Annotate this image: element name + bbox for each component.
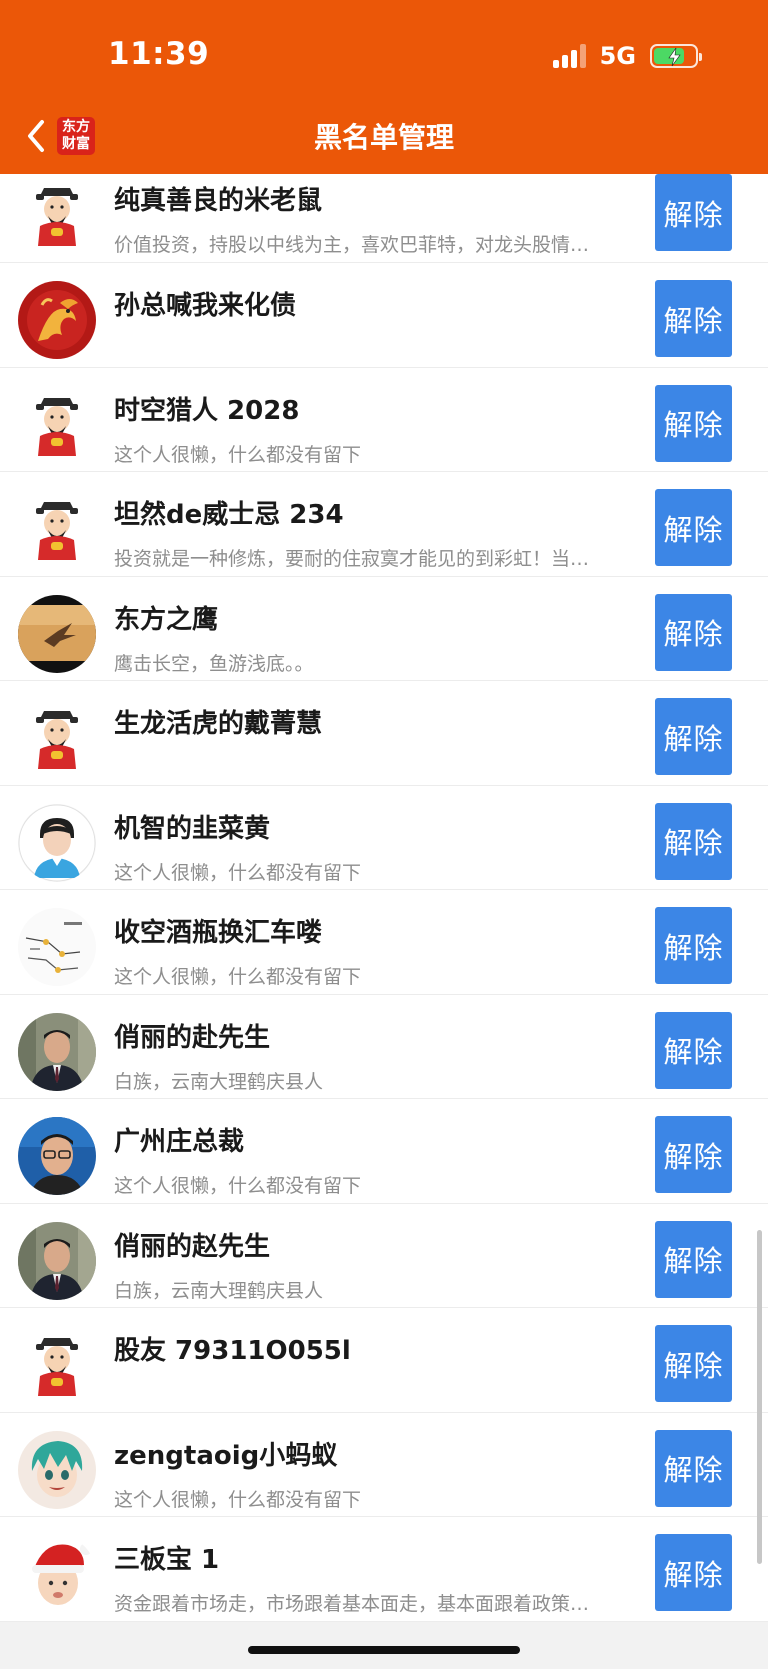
user-name[interactable]: 纯真善良的米老鼠	[114, 180, 322, 217]
user-description: 鹰击长空，鱼游浅底。。	[114, 652, 314, 675]
user-description: 这个人很懒，什么都没有留下	[114, 1488, 362, 1511]
unblock-button[interactable]: 解除	[655, 1220, 732, 1298]
list-item[interactable]: 广州庄总裁这个人很懒，什么都没有留下 解除	[0, 1099, 768, 1204]
unblock-button[interactable]: 解除	[655, 802, 732, 880]
avatar[interactable]	[18, 490, 96, 568]
unblock-button[interactable]: 解除	[655, 280, 732, 357]
user-description: 白族，云南大理鹤庆县人	[114, 1070, 324, 1093]
list-item[interactable]: zengtaoig小蚂蚁这个人很懒，什么都没有留下 解除	[0, 1413, 768, 1517]
avatar[interactable]	[18, 594, 96, 673]
unblock-button[interactable]: 解除	[655, 489, 732, 566]
user-name[interactable]: 俏丽的赵先生	[114, 1226, 270, 1263]
list-item[interactable]: 东方之鹰鹰击长空，鱼游浅底。。 解除	[0, 577, 768, 681]
battery-icon	[650, 44, 702, 68]
status-indicators: 5G	[552, 42, 702, 70]
user-name[interactable]: 时空猎人 2028	[114, 390, 299, 427]
user-description: 价值投资，持股以中线为主，喜欢巴菲特，对龙头股情…	[114, 234, 590, 256]
user-name[interactable]: 俏丽的赴先生	[114, 1017, 270, 1054]
unblock-button[interactable]: 解除	[655, 1011, 732, 1089]
list-item[interactable]: 股友 79311O055l 解除	[0, 1308, 768, 1413]
user-name[interactable]: 孙总喊我来化债	[114, 285, 296, 322]
list-item[interactable]: 生龙活虎的戴菁慧 解除	[0, 681, 768, 786]
list-item[interactable]: 机智的韭菜黄这个人很懒，什么都没有留下 解除	[0, 786, 768, 890]
user-name[interactable]: 坦然de威士忌 234	[114, 494, 344, 531]
unblock-button[interactable]: 解除	[655, 1325, 732, 1402]
user-name[interactable]: 机智的韭菜黄	[114, 808, 270, 845]
user-name[interactable]: 东方之鹰	[114, 599, 218, 636]
unblock-button[interactable]: 解除	[655, 1116, 732, 1193]
avatar[interactable]	[18, 1012, 96, 1091]
blacklist-list: 纯真善良的米老鼠价值投资，持股以中线为主，喜欢巴菲特，对龙头股情… 解除 孙总喊我…	[0, 174, 768, 1622]
user-description: 这个人很懒，什么都没有留下	[114, 1175, 362, 1197]
signal-icon	[552, 44, 586, 68]
user-name[interactable]: zengtaoig小蚂蚁	[114, 1435, 337, 1472]
avatar[interactable]	[18, 385, 96, 464]
user-name[interactable]: 收空酒瓶换汇车喽	[114, 912, 322, 949]
list-item[interactable]: 俏丽的赵先生白族，云南大理鹤庆县人 解除	[0, 1204, 768, 1308]
unblock-button[interactable]: 解除	[655, 698, 732, 775]
list-item[interactable]: 时空猎人 2028 这个人很懒，什么都没有留下 解除	[0, 368, 768, 472]
network-label: 5G	[599, 42, 636, 70]
list-item[interactable]: 三板宝 1 资金跟着市场走，市场跟着基本面走，基本面跟着政策… 解除	[0, 1517, 768, 1622]
user-description: 这个人很懒，什么都没有留下	[114, 443, 362, 466]
avatar[interactable]	[18, 1430, 96, 1509]
scrollbar[interactable]	[757, 1230, 762, 1564]
unblock-button[interactable]: 解除	[655, 384, 732, 462]
unblock-button[interactable]: 解除	[655, 1534, 732, 1611]
unblock-button[interactable]: 解除	[655, 174, 732, 251]
avatar[interactable]	[18, 908, 96, 986]
user-name[interactable]: 股友 79311O055l	[114, 1330, 351, 1367]
header-bar: 11:39 5G 东方 财富 黑名单管理	[0, 0, 768, 174]
user-description: 投资就是一种修炼，要耐的住寂寞才能见的到彩虹！当…	[114, 548, 590, 570]
status-time: 11:39	[108, 36, 210, 72]
avatar[interactable]	[18, 176, 96, 254]
list-item[interactable]: 坦然de威士忌 234 投资就是一种修炼，要耐的住寂寞才能见的到彩虹！当… 解除	[0, 472, 768, 577]
avatar[interactable]	[18, 1326, 96, 1404]
list-item[interactable]: 俏丽的赴先生白族，云南大理鹤庆县人 解除	[0, 995, 768, 1099]
list-item[interactable]: 纯真善良的米老鼠价值投资，持股以中线为主，喜欢巴菲特，对龙头股情… 解除	[0, 174, 768, 263]
user-name[interactable]: 广州庄总裁	[114, 1121, 244, 1158]
avatar[interactable]	[18, 281, 96, 359]
avatar[interactable]	[18, 1221, 96, 1300]
avatar[interactable]	[18, 803, 96, 882]
avatar[interactable]	[18, 1117, 96, 1195]
unblock-button[interactable]: 解除	[655, 1429, 732, 1507]
unblock-button[interactable]: 解除	[655, 593, 732, 671]
user-name[interactable]: 生龙活虎的戴菁慧	[114, 703, 322, 740]
home-indicator[interactable]	[248, 1646, 520, 1654]
user-description: 这个人很懒，什么都没有留下	[114, 861, 362, 884]
list-item[interactable]: 收空酒瓶换汇车喽这个人很懒，什么都没有留下 解除	[0, 890, 768, 995]
avatar[interactable]	[18, 1535, 96, 1613]
unblock-button[interactable]: 解除	[655, 907, 732, 984]
user-name[interactable]: 三板宝 1	[114, 1539, 219, 1576]
user-description: 这个人很懒，什么都没有留下	[114, 966, 362, 988]
page-title: 黑名单管理	[313, 121, 454, 154]
user-description: 白族，云南大理鹤庆县人	[114, 1279, 324, 1302]
list-item[interactable]: 孙总喊我来化债 解除	[0, 263, 768, 368]
avatar[interactable]	[18, 699, 96, 777]
user-description: 资金跟着市场走，市场跟着基本面走，基本面跟着政策…	[114, 1593, 590, 1615]
